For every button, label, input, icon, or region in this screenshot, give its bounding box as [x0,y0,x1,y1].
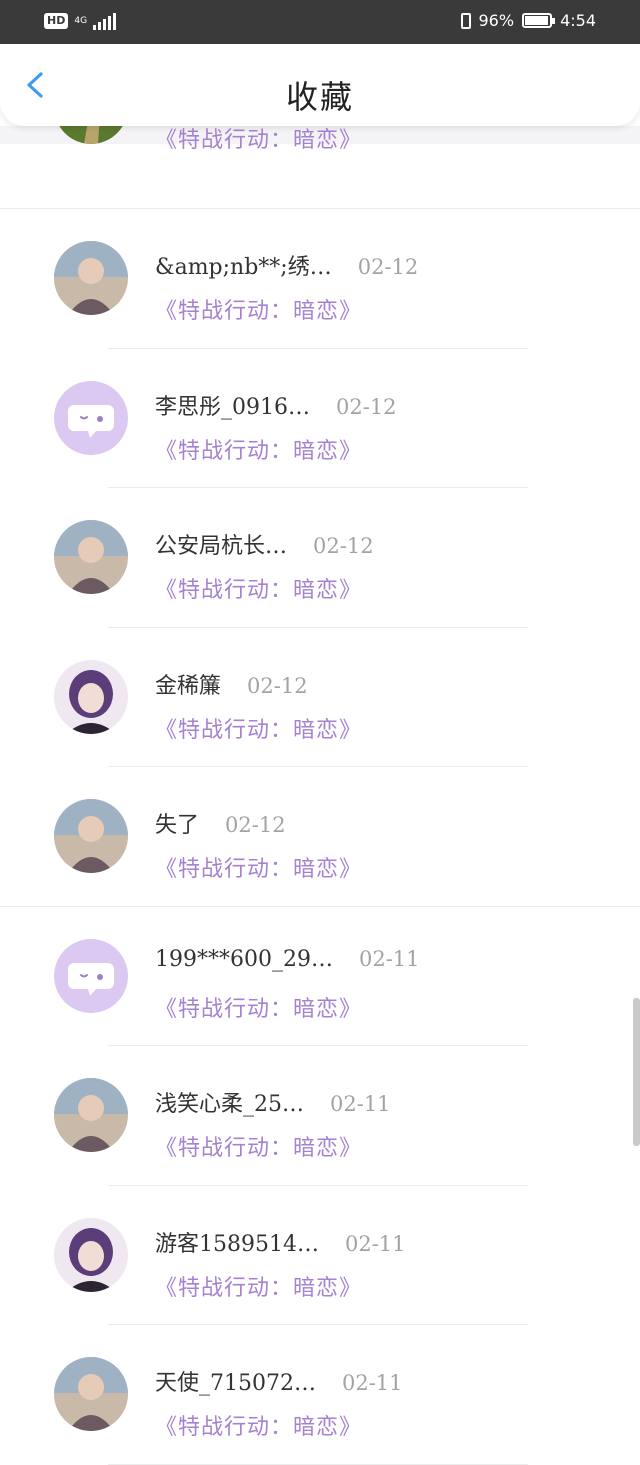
user-name: 199***600_29… 02-11 [155,947,420,972]
user-name-text: 199***600_29… [155,946,333,972]
page-title: 收藏 [285,78,354,116]
book-title-link[interactable]: 《特战行动：暗恋》 [155,991,362,1023]
user-name-text: 李思彤_0916… [155,394,310,420]
favorite-item[interactable]: 游客1589514… 02-11 《特战行动：暗恋》 [0,1186,640,1325]
user-name: 公安局杭长… 02-12 [155,528,374,560]
avatar[interactable] [54,659,128,734]
avatar[interactable] [54,799,128,873]
avatar[interactable] [54,1217,128,1292]
user-name: 李思彤_0916… 02-12 [155,389,397,421]
book-title-link[interactable]: 《特战行动：暗恋》 [155,433,362,465]
favorite-item[interactable]: 天使_715072… 02-11 《特战行动：暗恋》 [0,1325,640,1465]
item-date: 02-12 [247,673,308,698]
user-name: 失了 02-12 [155,807,286,839]
item-date: 02-12 [225,813,286,837]
item-date: 02-11 [341,1371,403,1395]
favorite-item[interactable]: &amp;nb**;绣… 02-12 《特战行动：暗恋》 [0,209,640,349]
book-title-link[interactable]: 《特战行动：暗恋》 [155,122,362,154]
favorite-item[interactable]: 失了 02-12 《特战行动：暗恋》 [0,767,640,907]
book-title-link[interactable]: 《特战行动：暗恋》 [155,1409,362,1441]
item-date: 02-11 [358,946,420,971]
battery-icon [522,13,556,28]
favorite-item[interactable]: 公安局杭长… 02-12 《特战行动：暗恋》 [0,488,640,628]
divider [108,1463,528,1465]
favorite-item[interactable]: 李思彤_0916… 02-12 《特战行动：暗恋》 [0,349,640,488]
user-name: 浅笑心柔_25… 02-11 [155,1086,391,1118]
favorites-list: 《特战行动：暗恋》 &amp;nb**;绣… 02-12 《特战行动：暗恋》 李思彤_0… [0,70,640,1465]
network-type: 4G [74,15,88,26]
favorite-item[interactable]: 浅笑心柔_25… 02-11 《特战行动：暗恋》 [0,1046,640,1186]
user-name: 金稀簾 02-12 [155,668,308,700]
avatar[interactable] [54,520,128,594]
status-right: 96% 4:54 [460,11,596,30]
status-bar: HD 4G 96% 4:54 [0,0,640,44]
favorite-item[interactable]: 《特战行动：暗恋》 [0,70,640,209]
user-name-text: 浅笑心柔_25… [155,1092,304,1117]
user-name-text: &amp;nb**;绣… [155,255,332,280]
book-title-link[interactable]: 《特战行动：暗恋》 [155,1130,362,1162]
user-name-text: 游客1589514… [155,1231,319,1257]
book-title-link[interactable]: 《特战行动：暗恋》 [155,572,362,604]
user-name: &amp;nb**;绣… 02-12 [155,249,418,281]
item-date: 02-12 [336,394,397,419]
book-title-link[interactable]: 《特战行动：暗恋》 [155,712,362,744]
status-left: HD 4G [44,12,117,30]
scrollbar[interactable] [633,998,640,1146]
book-title-link[interactable]: 《特战行动：暗恋》 [155,293,362,325]
avatar[interactable] [54,1357,128,1431]
battery-percent: 96% [478,11,515,30]
book-title-link[interactable]: 《特战行动：暗恋》 [155,1270,362,1302]
hd-badge: HD [44,13,69,29]
user-name-text: 公安局杭长… [155,534,288,559]
user-name: 游客1589514… 02-11 [155,1226,406,1258]
user-name-text: 天使_715072… [155,1371,316,1396]
favorite-item[interactable]: 金稀簾 02-12 《特战行动：暗恋》 [0,628,640,767]
item-date: 02-11 [344,1231,406,1256]
avatar[interactable] [54,1078,128,1152]
user-name-text: 金稀簾 [155,673,222,699]
item-date: 02-11 [330,1092,391,1116]
vibrate-icon [460,12,471,29]
user-name: 天使_715072… 02-11 [155,1365,403,1397]
favorite-item[interactable]: 199***600_29… 02-11 《特战行动：暗恋》 [0,907,640,1046]
item-date: 02-12 [357,255,419,279]
avatar[interactable] [54,938,128,1013]
item-date: 02-12 [313,534,374,558]
clock: 4:54 [560,11,596,30]
signal-icon [93,12,117,30]
book-title-link[interactable]: 《特战行动：暗恋》 [155,851,362,883]
title-bar: 收藏 [0,44,640,126]
avatar[interactable] [54,241,128,315]
avatar[interactable] [54,380,128,455]
user-name-text: 失了 [155,813,200,838]
